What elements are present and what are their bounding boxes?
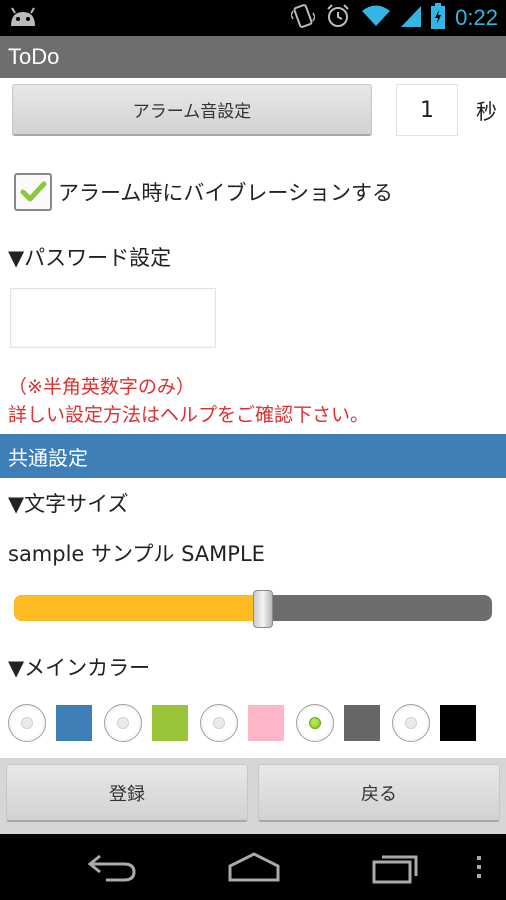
signal-icon [401, 4, 422, 32]
password-heading: ▼パスワード設定 [8, 246, 172, 270]
radio-dot [117, 717, 129, 729]
wifi-icon [361, 4, 391, 32]
color-swatch-5[interactable] [440, 705, 476, 741]
vibrate-icon [290, 3, 317, 33]
vibrate-option[interactable]: アラーム時にバイブレーションする [14, 172, 393, 212]
common-settings-title: 共通設定 [8, 445, 88, 470]
color-radio-1[interactable] [8, 704, 46, 742]
alarm-icon [325, 3, 351, 33]
color-radio-4[interactable] [296, 704, 334, 742]
back-button[interactable]: 戻る [258, 764, 500, 822]
vibrate-checkbox[interactable] [14, 173, 52, 211]
alarm-seconds-value: 1 [420, 97, 434, 123]
vibrate-label: アラーム時にバイブレーションする [58, 181, 393, 205]
radio-dot [213, 717, 225, 729]
app-title: ToDo [8, 44, 60, 69]
back-button-label: 戻る [361, 783, 397, 805]
font-size-heading: ▼文字サイズ [8, 492, 129, 516]
color-radio-3[interactable] [200, 704, 238, 742]
slider-thumb[interactable] [253, 590, 273, 628]
alarm-seconds-input[interactable]: 1 [396, 84, 458, 136]
register-button[interactable]: 登録 [6, 764, 248, 822]
radio-dot [21, 717, 33, 729]
font-size-slider[interactable] [14, 590, 492, 628]
battery-icon [431, 3, 446, 33]
status-bar: 0:22 [0, 0, 506, 36]
password-input[interactable] [10, 288, 216, 348]
color-swatch-3[interactable] [248, 705, 284, 741]
android-icon [8, 6, 38, 32]
color-radio-5[interactable] [392, 704, 430, 742]
alarm-sound-button-label: アラーム音設定 [132, 102, 252, 122]
alarm-sound-button[interactable]: アラーム音設定 [12, 84, 372, 136]
app-title-bar: ToDo [0, 36, 506, 78]
settings-content[interactable]: アラーム音設定 1 秒 アラーム時にバイブレーションする ▼パスワード設定 （※… [0, 78, 506, 758]
home-icon[interactable] [226, 850, 282, 888]
radio-dot [309, 717, 321, 729]
menu-icon[interactable] [474, 850, 484, 888]
password-note-help: 詳しい設定方法はヘルプをご確認下さい。 [8, 404, 370, 426]
color-swatch-1[interactable] [56, 705, 92, 741]
checkmark-icon [20, 181, 47, 202]
color-swatch-4[interactable] [344, 705, 380, 741]
color-radio-2[interactable] [104, 704, 142, 742]
recent-apps-icon[interactable] [370, 850, 424, 888]
password-note-charset: （※半角英数字のみ） [8, 376, 195, 398]
back-icon[interactable] [86, 850, 140, 888]
seconds-unit-label: 秒 [476, 100, 497, 124]
register-button-label: 登録 [109, 783, 145, 805]
slider-fill [14, 595, 263, 621]
main-color-options [8, 702, 498, 744]
status-time: 0:22 [455, 5, 498, 30]
navigation-bar [0, 834, 506, 900]
common-settings-section: 共通設定 [0, 434, 506, 478]
main-color-heading: ▼メインカラー [8, 656, 151, 680]
color-swatch-2[interactable] [152, 705, 188, 741]
font-sample-text: sample サンプル SAMPLE [8, 542, 265, 566]
action-bar: 登録 戻る [0, 758, 506, 834]
radio-dot [405, 717, 417, 729]
